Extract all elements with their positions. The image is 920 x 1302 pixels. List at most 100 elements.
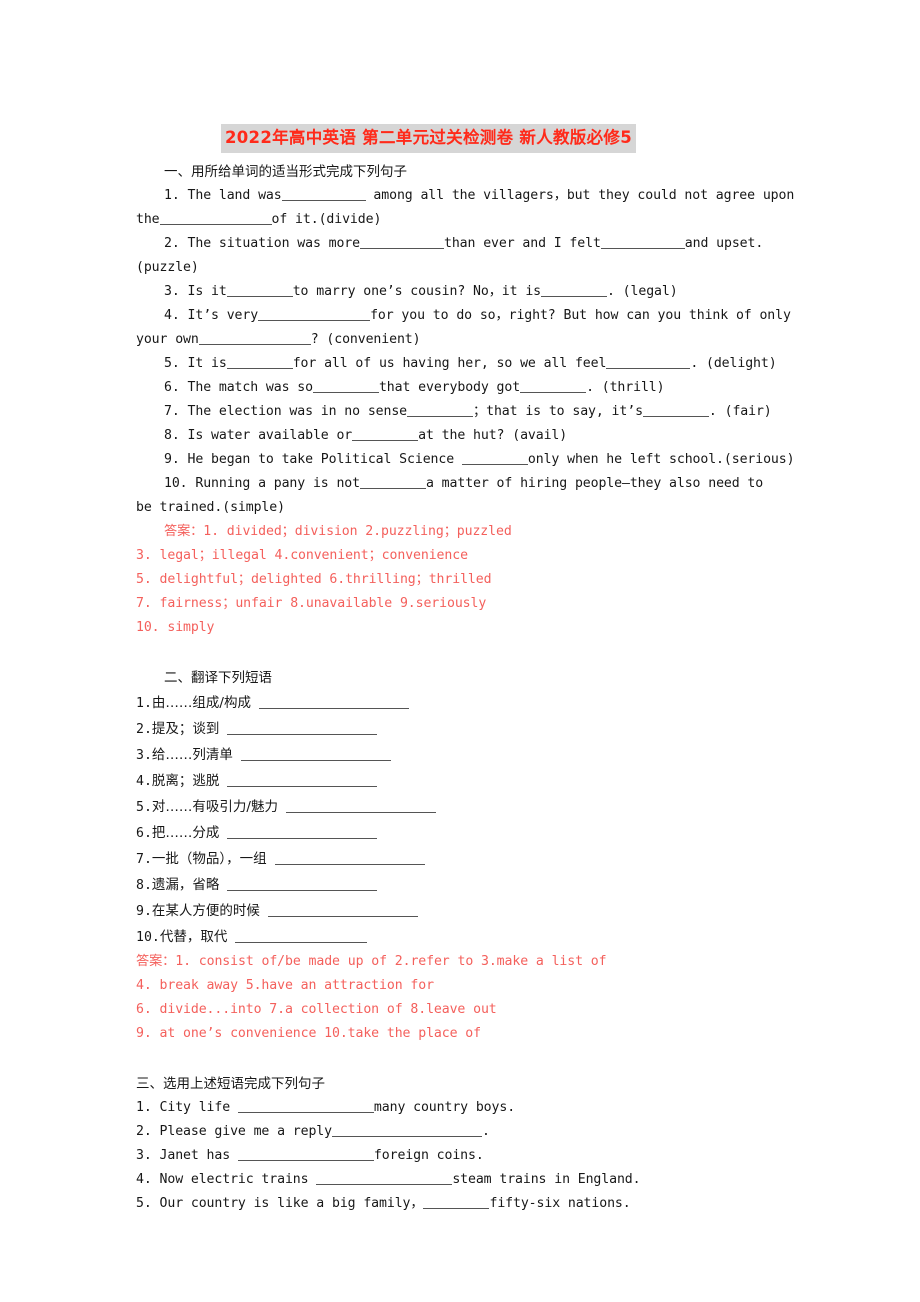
question-7: 7. The election was in no sense ；that is …	[136, 400, 822, 424]
question-text-a: 5. Our country is like a big family，	[136, 1196, 424, 1211]
question-1-text-b: among all the villagers，but they could n…	[365, 188, 795, 203]
translation-blank[interactable]	[227, 786, 378, 787]
section-1-answer-line-1: 答案：1. divided；division 2.puzzling；puzzle…	[136, 520, 822, 544]
question-9-text-a: 9. He began to take Political Science	[164, 452, 462, 467]
answer-text: 1. consist of/be made up of 2.refer to 3…	[175, 954, 607, 969]
answer-blank[interactable]	[642, 416, 709, 417]
phrase-item-2: 2.提及；谈到	[136, 716, 822, 742]
question-10: 10. Running a pany is not a matter of hir…	[136, 472, 822, 496]
phrase-number: 5.	[136, 800, 152, 815]
answer-blank[interactable]	[226, 296, 293, 297]
answer-blank[interactable]	[407, 416, 474, 417]
section-1-answer-line-4: 7. fairness；unfair 8.unavailable 9.serio…	[136, 596, 487, 611]
phrase-item-5: 5.对……有吸引力/魅力	[136, 794, 822, 820]
phrase-item-1: 1.由……组成/构成	[136, 690, 822, 716]
answer-blank[interactable]	[237, 1160, 374, 1161]
title-container: 2022年高中英语 第二单元过关检测卷 新人教版必修5	[136, 124, 836, 153]
translation-blank[interactable]	[227, 838, 378, 839]
section-3-heading: 三、选用上述短语完成下列句子	[136, 1076, 325, 1092]
question-text-b: foreign coins.	[373, 1148, 484, 1163]
question-3-text-c: . (legal)	[607, 284, 678, 299]
translation-blank[interactable]	[258, 708, 409, 709]
phrase-text: 把……分成	[151, 825, 220, 841]
answer-blank[interactable]	[332, 1136, 482, 1137]
question-1-text-c: the	[136, 212, 160, 227]
question-3-text-b: to marry one’s cousin? No，it is	[292, 284, 541, 299]
answer-blank[interactable]	[198, 344, 311, 345]
answer-blank[interactable]	[316, 1184, 453, 1185]
answer-blank[interactable]	[360, 488, 426, 489]
phrase-item-6: 6.把……分成	[136, 820, 822, 846]
phrase-number: 3.	[136, 748, 152, 763]
answer-blank[interactable]	[520, 392, 587, 393]
question-4-text-b: for you to do so，right? But how can you …	[370, 308, 791, 323]
phrase-item-4: 4.脱离；逃脱	[136, 768, 822, 794]
phrase-text: 对……有吸引力/魅力	[151, 799, 278, 815]
question-4-continued: your own ? (convenient)	[136, 328, 822, 352]
translation-blank[interactable]	[240, 760, 391, 761]
translation-blank[interactable]	[235, 942, 368, 943]
section-3-question-5: 5. Our country is like a big family， fift…	[136, 1192, 822, 1216]
question-text-b: fifty-six nations.	[489, 1196, 631, 1211]
question-10-text-b: a matter of hiring people—they also need…	[426, 476, 764, 491]
translation-blank[interactable]	[274, 864, 425, 865]
question-9: 9. He began to take Political Science on…	[136, 448, 822, 472]
translation-blank[interactable]	[267, 916, 418, 917]
question-4-text-c: your own	[136, 332, 199, 347]
answer-blank[interactable]	[541, 296, 607, 297]
question-4-text-a: 4. It’s very	[164, 308, 259, 323]
answer-blank[interactable]	[281, 200, 366, 201]
translation-blank[interactable]	[285, 812, 436, 813]
answer-blank[interactable]	[360, 248, 444, 249]
answer-text: 1. divided；division 2.puzzling；puzzled	[203, 524, 512, 539]
phrase-item-10: 10.代替，取代	[136, 924, 822, 950]
section-1-answer-line-3: 5. delightful；delighted 6.thrilling；thri…	[136, 572, 492, 587]
question-2-text-b: than ever and I felt	[444, 236, 601, 251]
document-body: 一、用所给单词的适当形式完成下列句子 1. The land was among…	[136, 160, 822, 1216]
answer-blank[interactable]	[159, 224, 272, 225]
question-8-text-b: at the hut? (avail)	[418, 428, 568, 443]
translation-blank[interactable]	[227, 734, 378, 735]
question-text-b: .	[482, 1124, 490, 1139]
question-6-text-c: . (thrill)	[586, 380, 665, 395]
question-6-text-a: 6. The match was so	[164, 380, 313, 395]
question-9-text-b: only when he left school.(serious)	[527, 452, 795, 467]
phrase-number: 10.	[136, 930, 160, 945]
question-10-text-a: 10. Running a pany is not	[164, 476, 360, 491]
question-2-text-a: 2. The situation was more	[164, 236, 360, 251]
section-2-heading: 二、翻译下列短语	[164, 670, 272, 686]
answer-blank[interactable]	[461, 464, 528, 465]
section-2-answer-line-3: 6. divide...into 7.a collection of 8.lea…	[136, 1002, 497, 1017]
answer-blank[interactable]	[226, 368, 293, 369]
answer-blank[interactable]	[352, 440, 419, 441]
answer-blank[interactable]	[237, 1112, 374, 1113]
question-5: 5. It is for all of us having her, so we …	[136, 352, 822, 376]
phrase-text: 在某人方便的时候	[151, 903, 260, 919]
answer-blank[interactable]	[600, 248, 685, 249]
answer-blank[interactable]	[423, 1208, 490, 1209]
question-4: 4. It’s very for you to do so，right? But …	[136, 304, 822, 328]
phrase-item-7: 7.一批（物品），一组	[136, 846, 822, 872]
phrase-text: 代替，取代	[159, 929, 228, 945]
answer-blank[interactable]	[258, 320, 371, 321]
answer-blank[interactable]	[606, 368, 691, 369]
section-1-heading: 一、用所给单词的适当形式完成下列句子	[164, 164, 407, 180]
answer-blank[interactable]	[312, 392, 379, 393]
phrase-item-3: 3.给……列清单	[136, 742, 822, 768]
question-6-text-b: that everybody got	[378, 380, 521, 395]
phrase-item-9: 9.在某人方便的时候	[136, 898, 822, 924]
section-2-answer-line-4: 9. at one’s convenience 10.take the plac…	[136, 1026, 481, 1041]
phrase-number: 7.	[136, 852, 152, 867]
question-7-text-a: 7. The election was in no sense	[164, 404, 408, 419]
question-1: 1. The land was among all the villagers，…	[136, 184, 822, 208]
phrase-item-8: 8.遗漏，省略	[136, 872, 822, 898]
question-3: 3. Is it to marry one’s cousin? No，it is.…	[136, 280, 822, 304]
section-1-answer-line-5: 10. simply	[136, 620, 215, 635]
question-2: 2. The situation was more than ever and I…	[136, 232, 822, 280]
section-1-answer-line-2: 3. legal；illegal 4.convenient；convenienc…	[136, 548, 468, 563]
document-page: 2022年高中英语 第二单元过关检测卷 新人教版必修5 一、用所给单词的适当形式…	[0, 0, 920, 1302]
question-1-text-a: 1. The land was	[164, 188, 282, 203]
question-text-b: many country boys.	[373, 1100, 516, 1115]
translation-blank[interactable]	[227, 890, 378, 891]
answer-label: 答案：	[164, 524, 204, 539]
